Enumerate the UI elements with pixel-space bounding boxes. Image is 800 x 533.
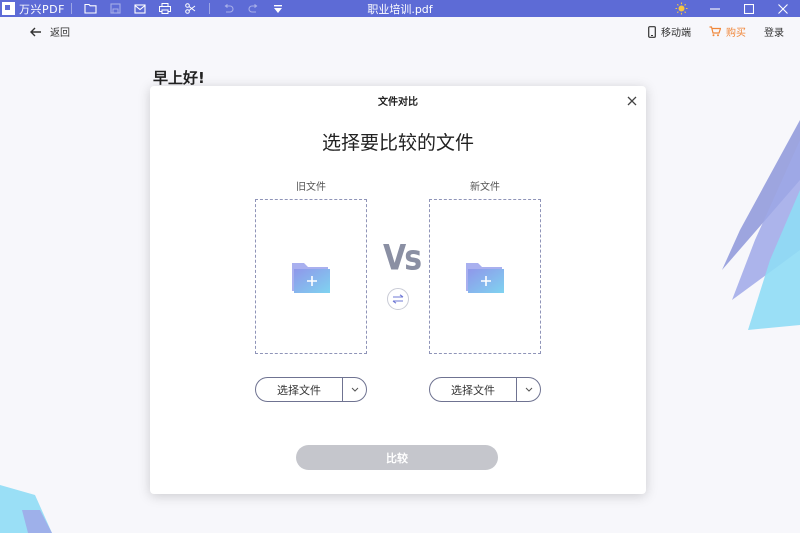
login-button[interactable]: 登录 <box>764 24 784 39</box>
chevron-down-icon <box>351 387 358 392</box>
new-file-dropdown-toggle[interactable] <box>517 378 540 401</box>
old-file-select-button[interactable]: 选择文件 <box>256 378 343 401</box>
chevron-down-icon <box>525 387 532 392</box>
old-file-label: 旧文件 <box>296 182 326 193</box>
new-file-column: 新文件 <box>429 178 541 354</box>
mobile-phone-icon <box>648 25 656 38</box>
buy-button[interactable]: 购买 <box>709 24 746 39</box>
toolbar-divider <box>208 3 210 14</box>
dialog-title: 文件对比 <box>378 97 418 108</box>
minimize-icon[interactable] <box>698 0 732 17</box>
mobile-label: 移动端 <box>661 28 691 39</box>
add-folder-icon <box>466 262 504 293</box>
back-label: 返回 <box>50 28 70 39</box>
save-icon[interactable] <box>103 0 128 17</box>
close-icon[interactable] <box>766 0 800 17</box>
new-file-select-button[interactable]: 选择文件 <box>430 378 517 401</box>
cart-icon <box>709 26 721 37</box>
new-file-dropzone[interactable] <box>429 199 541 354</box>
old-file-dropdown-toggle[interactable] <box>343 378 366 401</box>
app-name[interactable]: 万兴PDF <box>19 1 65 17</box>
sun-icon[interactable] <box>664 0 698 17</box>
cut-icon[interactable] <box>178 0 203 17</box>
compare-button[interactable]: 比较 <box>296 445 498 470</box>
add-folder-icon <box>292 262 330 293</box>
swap-arrows-icon <box>392 294 404 304</box>
vs-label: Vs <box>383 238 422 279</box>
mail-icon[interactable] <box>128 0 153 17</box>
decorative-shapes-left <box>0 485 52 533</box>
old-file-column: 旧文件 <box>255 178 367 354</box>
dialog-heading: 选择要比较的文件 <box>321 132 474 154</box>
dialog-close-icon[interactable] <box>626 92 638 106</box>
login-label: 登录 <box>764 28 784 39</box>
print-icon[interactable] <box>153 0 178 17</box>
dropdown-arrow-icon[interactable] <box>266 0 291 17</box>
maximize-icon[interactable] <box>732 0 766 17</box>
greeting: 早上好! <box>153 69 205 87</box>
old-file-dropzone[interactable] <box>255 199 367 354</box>
new-file-label: 新文件 <box>470 182 500 193</box>
arrow-left-icon <box>30 27 41 36</box>
open-folder-icon[interactable] <box>78 0 103 17</box>
file-compare-dialog: 文件对比 选择要比较的文件 旧文件 新文件 Vs 选择文件 选择文件 比较 <box>150 86 646 494</box>
app-logo-icon <box>2 2 15 15</box>
back-button[interactable]: 返回 <box>30 24 70 39</box>
old-file-select: 选择文件 <box>255 377 367 402</box>
undo-icon[interactable] <box>216 0 241 17</box>
title-bar: 万兴PDF 职业培训.pdf <box>0 0 800 17</box>
redo-icon[interactable] <box>241 0 266 17</box>
buy-label: 购买 <box>726 28 746 39</box>
decorative-shapes-right <box>722 120 800 330</box>
swap-files-button[interactable] <box>387 288 409 310</box>
new-file-select: 选择文件 <box>429 377 541 402</box>
toolbar-divider <box>70 3 72 14</box>
mobile-button[interactable]: 移动端 <box>648 24 691 39</box>
